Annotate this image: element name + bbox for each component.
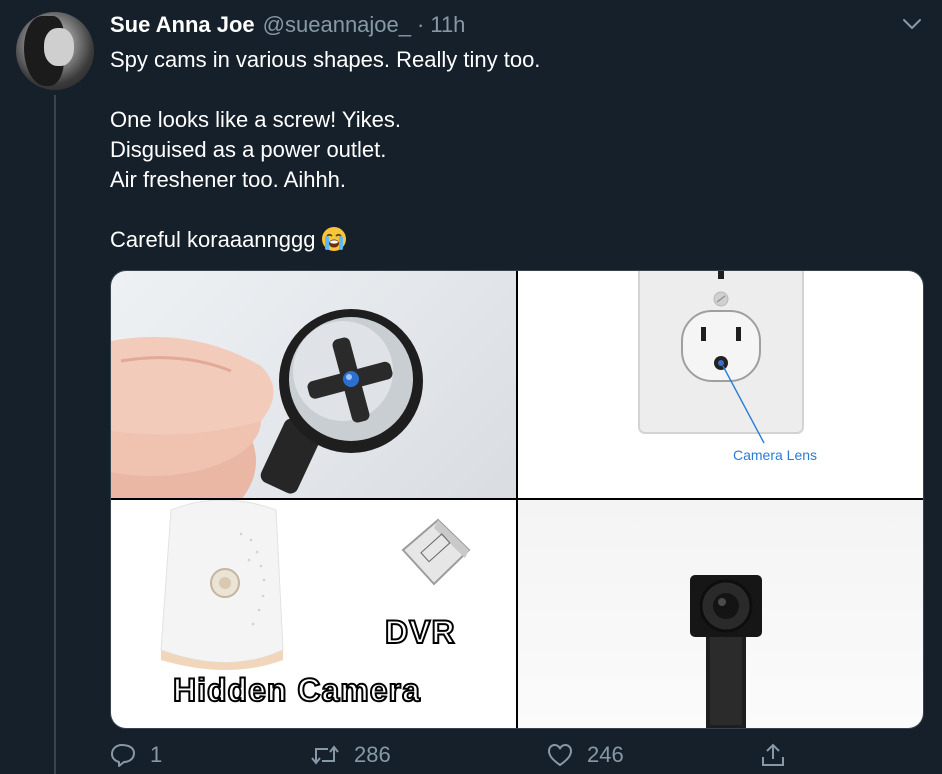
retweet-button[interactable]: 286 (310, 742, 391, 768)
tweet-text-line: Disguised as a power outlet. (110, 137, 387, 162)
chevron-down-icon[interactable] (900, 12, 924, 36)
retweet-count: 286 (354, 742, 391, 767)
tweet-time[interactable]: 11h (430, 12, 465, 38)
tweet-body: Spy cams in various shapes. Really tiny … (110, 45, 540, 255)
tweet-text-line: Spy cams in various shapes. Really tiny … (110, 47, 541, 72)
hidden-camera-label: Hidden Camera (172, 671, 421, 709)
reply-count: 1 (150, 742, 163, 767)
tweet-text-line: One looks like a screw! Yikes. (110, 107, 402, 132)
tweet-header: Sue Anna Joe @sueannajoe_ · 11h (110, 12, 465, 38)
separator-dot: · (417, 12, 425, 37)
reply-button[interactable]: 1 (110, 742, 162, 768)
like-icon (548, 744, 572, 766)
tweet[interactable]: Sue Anna Joe @sueannajoe_ · 11h Spy cams… (0, 0, 942, 774)
tiny-camera-module-image[interactable] (518, 500, 923, 728)
avatar[interactable] (16, 12, 94, 90)
thread-line (54, 95, 56, 774)
air-freshener-camera-image[interactable]: DVR Hidden Camera (111, 500, 516, 728)
like-button[interactable]: 246 (547, 742, 624, 768)
media-grid[interactable]: Camera Lens DVR Hidden Camera (110, 270, 924, 729)
retweet-icon (311, 745, 339, 765)
loudly-crying-face-icon (321, 226, 347, 252)
reply-icon (111, 744, 135, 767)
camera-lens-label: Camera Lens (733, 447, 818, 463)
like-count: 246 (587, 742, 624, 767)
share-icon (762, 743, 784, 766)
avatar-face (44, 28, 74, 66)
tweet-text-line: Air freshener too. Aihhh. (110, 167, 347, 192)
power-outlet-camera-image[interactable]: Camera Lens (518, 271, 923, 498)
tweet-text-last: Careful koraaannggg (110, 227, 316, 252)
author-handle[interactable]: @sueannajoe_ (263, 12, 411, 38)
screw-camera-image[interactable] (111, 271, 516, 498)
tweet-actions: 1 286 246 (110, 742, 922, 774)
dvr-label: DVR (384, 613, 456, 651)
author-name[interactable]: Sue Anna Joe (110, 12, 255, 38)
share-button[interactable] (760, 742, 800, 768)
tweet-text-line: Careful koraaannggg (110, 225, 540, 255)
